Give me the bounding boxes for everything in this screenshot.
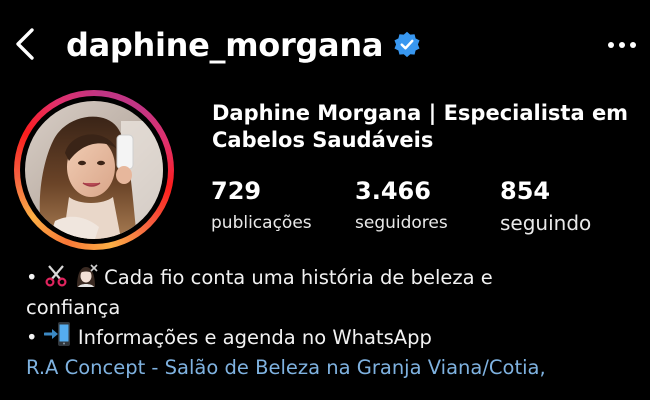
username-container: daphine_morgana [66, 22, 423, 68]
followers-stat[interactable]: 3.466 seguidores [355, 176, 448, 236]
followers-count: 3.466 [355, 177, 431, 205]
bio-link[interactable]: R.A Concept - Salão de Beleza na Granja … [26, 354, 646, 381]
story-ring[interactable] [14, 90, 174, 250]
bio-line-1: • Cada fio conta uma história de beleza … [26, 263, 646, 294]
following-stat[interactable]: 854 seguindo [500, 176, 591, 236]
mobile-phone-arrow-emoji [43, 321, 72, 354]
scissors-emoji [44, 263, 68, 294]
back-arrow-icon [16, 28, 34, 60]
back-button[interactable] [8, 24, 42, 64]
bio-text-1: Cada fio conta uma história de beleza e [104, 266, 493, 289]
posts-label: publicações [211, 213, 312, 233]
bullet: • [26, 326, 38, 349]
profile-header: daphine_morgana [0, 0, 650, 88]
followers-label: seguidores [355, 213, 448, 233]
woman-getting-haircut-emoji [74, 263, 98, 294]
posts-count: 729 [211, 177, 262, 205]
avatar[interactable] [25, 101, 163, 239]
profile-photo [25, 101, 163, 239]
profile-bio: • Cada fio conta uma história de beleza … [26, 263, 646, 381]
more-options-icon [608, 42, 636, 48]
verified-badge-icon [393, 30, 423, 60]
posts-stat[interactable]: 729 publicações [211, 176, 312, 236]
profile-full-name: Daphine Morgana | Especialista em Cabelo… [212, 101, 629, 152]
bio-text-3: Informações e agenda no WhatsApp [77, 326, 432, 349]
bio-line-3: • Informações e agenda no WhatsApp [26, 321, 646, 354]
username: daphine_morgana [66, 26, 384, 64]
more-options-button[interactable] [604, 30, 640, 60]
following-count: 854 [500, 177, 551, 205]
following-label: seguindo [500, 211, 592, 235]
bullet: • [26, 266, 38, 289]
bio-line-2: confiança [26, 296, 121, 319]
